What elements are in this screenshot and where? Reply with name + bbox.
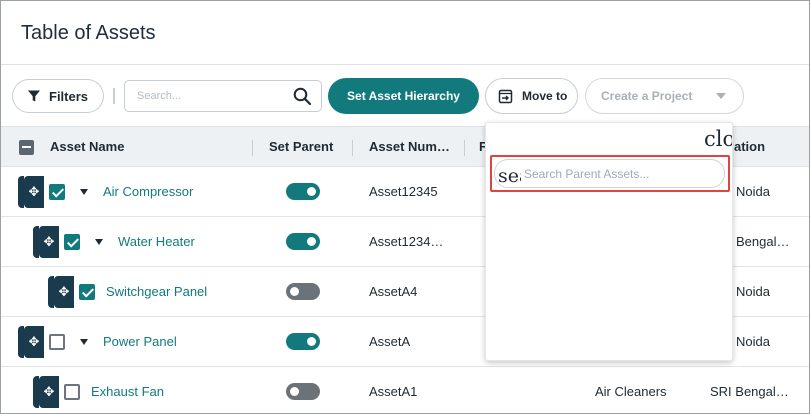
create-project-label: Create a Project <box>601 89 693 103</box>
asset-name-link[interactable]: Power Panel <box>103 334 177 349</box>
asset-name-link[interactable]: Air Compressor <box>103 184 193 199</box>
search-input[interactable] <box>125 81 285 111</box>
drag-move-icon[interactable]: ✥ <box>33 226 59 258</box>
header-asset-name[interactable]: Asset Name <box>50 139 124 154</box>
row-checkbox[interactable] <box>64 384 80 400</box>
row-checkbox[interactable] <box>64 234 80 250</box>
header-set-parent[interactable]: Set Parent <box>269 139 333 154</box>
asset-number: AssetA1 <box>369 384 418 399</box>
caret-down-icon[interactable] <box>95 239 103 245</box>
asset-number: Asset12345 <box>369 184 438 199</box>
set-parent-toggle[interactable] <box>286 183 320 200</box>
category-cell: Air Cleaners <box>595 384 667 399</box>
set-parent-toggle[interactable] <box>286 333 320 350</box>
drag-move-icon[interactable]: ✥ <box>33 376 59 408</box>
set-parent-toggle[interactable] <box>286 383 320 400</box>
asset-number: Asset1234… <box>369 234 444 249</box>
row-checkbox[interactable] <box>49 184 65 200</box>
create-project-select[interactable]: Create a Project <box>585 78 744 114</box>
close-icon[interactable]: clo <box>704 127 732 151</box>
caret-down-icon[interactable] <box>80 189 88 195</box>
toolbar-separator <box>113 88 115 104</box>
filters-button[interactable]: Filters <box>12 79 104 113</box>
asset-name-link[interactable]: Switchgear Panel <box>106 284 207 299</box>
drag-move-icon[interactable]: ✥ <box>18 176 44 208</box>
move-to-dropdown: clo sea <box>485 122 733 361</box>
location-cell: Bengal… <box>736 234 790 249</box>
location-cell: Noida <box>736 284 770 299</box>
move-to-label: Move to <box>522 89 568 103</box>
header-divider <box>1 64 809 65</box>
location-cell: SRI Bengal… <box>710 384 789 399</box>
row-checkbox[interactable] <box>79 284 95 300</box>
location-cell: Noida <box>736 184 770 199</box>
move-to-icon <box>498 89 513 103</box>
asset-name-link[interactable]: Water Heater <box>118 234 195 249</box>
highlight-box <box>490 155 730 192</box>
move-to-button[interactable]: Move to <box>485 78 578 114</box>
row-checkbox[interactable] <box>49 334 65 350</box>
page-title: Table of Assets <box>21 22 156 44</box>
drag-move-icon[interactable]: ✥ <box>48 276 74 308</box>
drag-move-icon[interactable]: ✥ <box>18 326 44 358</box>
header-asset-number[interactable]: Asset Num… <box>369 139 450 154</box>
set-asset-hierarchy-button[interactable]: Set Asset Hierarchy <box>328 78 479 114</box>
search-icon[interactable] <box>293 87 312 106</box>
chevron-down-icon <box>716 93 726 99</box>
header-location[interactable]: ation <box>734 139 765 154</box>
asset-number: AssetA4 <box>369 284 418 299</box>
header-divider <box>352 140 353 156</box>
table-row[interactable]: ✥ Exhaust Fan AssetA1 Air Cleaners SRI B… <box>1 367 809 413</box>
location-cell: Noida <box>736 334 770 349</box>
search-box[interactable] <box>124 80 322 112</box>
filters-label: Filters <box>49 88 89 104</box>
filter-funnel-icon <box>28 90 40 102</box>
asset-name-link[interactable]: Exhaust Fan <box>91 384 164 399</box>
header-divider <box>252 140 253 156</box>
set-parent-toggle[interactable] <box>286 283 320 300</box>
header-divider <box>464 140 465 156</box>
select-all-checkbox[interactable] <box>19 140 34 155</box>
caret-down-icon[interactable] <box>80 339 88 345</box>
asset-number: AssetA <box>369 334 411 349</box>
app-frame: Table of Assets Filters Set Asset Hierar… <box>0 0 810 414</box>
set-parent-toggle[interactable] <box>286 233 320 250</box>
